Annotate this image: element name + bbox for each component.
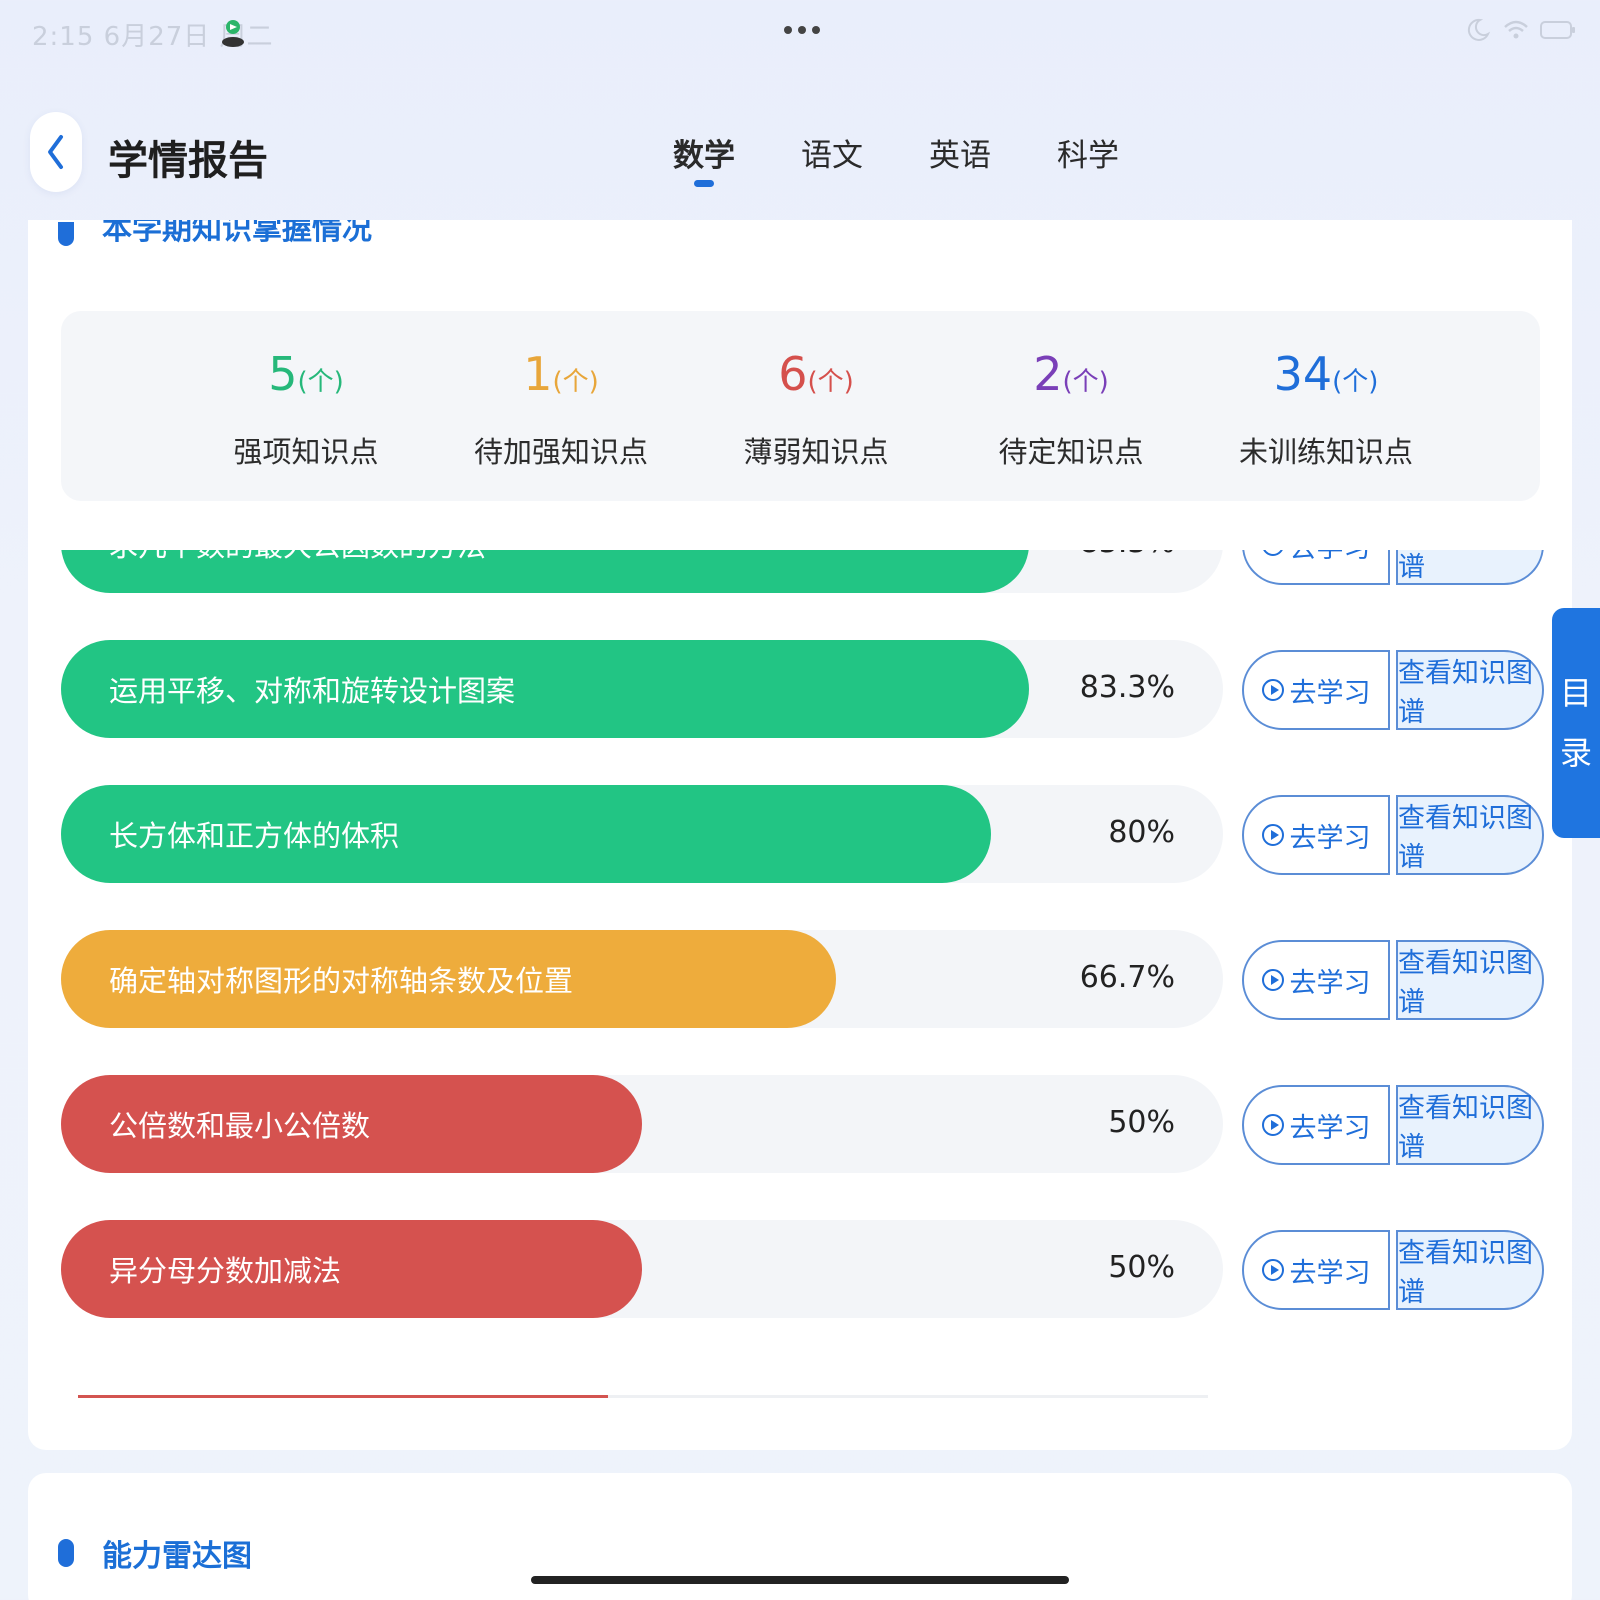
section-header: 本学期知识掌握情况 <box>58 220 372 248</box>
chevron-left-icon <box>48 135 63 169</box>
study-button[interactable]: 去学习 <box>1242 1085 1390 1165</box>
item-percent: 50% <box>1108 1105 1175 1140</box>
stat-label: 待加强知识点 <box>473 435 648 469</box>
catalog-tab[interactable]: 目 录 <box>1552 608 1600 838</box>
stat-number: 5(个) <box>268 347 344 401</box>
catalog-char: 录 <box>1559 734 1592 772</box>
item-percent: 80% <box>1108 815 1175 850</box>
app-logo-icon <box>222 20 244 47</box>
next-item-edge <box>78 1395 1208 1398</box>
play-circle-icon <box>1261 550 1284 556</box>
item-name: 确定轴对称图形的对称轴条数及位置 <box>109 964 574 998</box>
tab-science[interactable]: 科学 <box>1024 130 1152 190</box>
stat-label: 未训练知识点 <box>1238 435 1413 469</box>
progress-track: 运用平移、对称和旋转设计图案 83.3% <box>61 640 1223 738</box>
stat-label: 强项知识点 <box>233 435 379 469</box>
knowledge-map-button[interactable]: 查看知识图谱 <box>1396 795 1544 875</box>
progress-track: 长方体和正方体的体积 80% <box>61 785 1223 883</box>
tab-english[interactable]: 英语 <box>896 130 1024 190</box>
study-button[interactable]: 去学习 <box>1242 550 1390 585</box>
status-bar: 2:15 6月27日 周二 <box>0 0 1600 64</box>
section-title: 本学期知识掌握情况 <box>102 220 372 247</box>
list-item: 长方体和正方体的体积 80% 去学习 查看知识图谱 <box>61 785 1561 883</box>
item-name: 运用平移、对称和旋转设计图案 <box>109 674 516 708</box>
item-percent: 50% <box>1108 1250 1175 1285</box>
stat-number: 2(个) <box>1033 347 1109 401</box>
list-item: 求几个数的最大公因数的方法 83.3% 去学习 查看知识图谱 <box>61 550 1561 593</box>
catalog-char: 目 <box>1559 674 1592 712</box>
item-name: 公倍数和最小公倍数 <box>109 1109 371 1143</box>
play-circle-icon <box>1261 824 1284 846</box>
item-name: 长方体和正方体的体积 <box>109 819 400 853</box>
knowledge-list[interactable]: 求几个数的最大公因数的方法 83.3% 去学习 查看知识图谱 运用平移、对称和旋… <box>28 550 1572 1395</box>
section-marker <box>58 222 74 246</box>
stat-label: 薄弱知识点 <box>743 435 889 469</box>
summary-box: 5(个) 强项知识点 1(个) 待加强知识点 6(个) 薄弱知识点 2(个) 待… <box>61 311 1540 501</box>
study-button[interactable]: 去学习 <box>1242 650 1390 730</box>
progress-track: 求几个数的最大公因数的方法 83.3% <box>61 550 1223 593</box>
progress-track: 异分母分数加减法 50% <box>61 1220 1223 1318</box>
progress-track: 确定轴对称图形的对称轴条数及位置 66.7% <box>61 930 1223 1028</box>
section-marker <box>58 1539 74 1567</box>
item-name: 求几个数的最大公因数的方法 <box>109 550 486 565</box>
progress-track: 公倍数和最小公倍数 50% <box>61 1075 1223 1173</box>
knowledge-map-button[interactable]: 查看知识图谱 <box>1396 650 1544 730</box>
play-circle-icon <box>1261 1259 1284 1281</box>
section-header: 能力雷达图 <box>58 1531 252 1575</box>
tab-math[interactable]: 数学 <box>640 130 768 190</box>
knowledge-map-button[interactable]: 查看知识图谱 <box>1396 1230 1544 1310</box>
list-item: 公倍数和最小公倍数 50% 去学习 查看知识图谱 <box>61 1075 1561 1173</box>
knowledge-card: 本学期知识掌握情况 5(个) 强项知识点 1(个) 待加强知识点 6(个) 薄弱… <box>28 220 1572 1450</box>
section-title: 能力雷达图 <box>102 1539 252 1574</box>
list-item: 确定轴对称图形的对称轴条数及位置 66.7% 去学习 查看知识图谱 <box>61 930 1561 1028</box>
item-percent: 83.3% <box>1080 550 1175 560</box>
stat-number: 34(个) <box>1273 347 1379 401</box>
study-button[interactable]: 去学习 <box>1242 940 1390 1020</box>
knowledge-map-button[interactable]: 查看知识图谱 <box>1396 940 1544 1020</box>
knowledge-map-button[interactable]: 查看知识图谱 <box>1396 550 1544 585</box>
study-button[interactable]: 去学习 <box>1242 1230 1390 1310</box>
subject-tabs: 数学 语文 英语 科学 <box>640 130 1152 190</box>
back-button[interactable] <box>30 112 82 192</box>
page-title: 学情报告 <box>108 138 268 184</box>
study-button[interactable]: 去学习 <box>1242 795 1390 875</box>
list-item: 异分母分数加减法 50% 去学习 查看知识图谱 <box>61 1220 1561 1318</box>
stat-label: 待定知识点 <box>998 435 1144 469</box>
wifi-icon <box>1504 20 1528 39</box>
stat-number: 6(个) <box>778 347 854 401</box>
moon-icon <box>1467 18 1491 41</box>
item-name: 异分母分数加减法 <box>109 1254 342 1288</box>
list-item: 运用平移、对称和旋转设计图案 83.3% 去学习 查看知识图谱 <box>61 640 1561 738</box>
tab-chinese[interactable]: 语文 <box>768 130 896 190</box>
battery-icon <box>1540 21 1575 39</box>
item-percent: 66.7% <box>1079 960 1175 995</box>
home-indicator[interactable] <box>531 1576 1069 1584</box>
item-percent: 83.3% <box>1079 670 1175 705</box>
status-icons <box>1464 16 1576 44</box>
play-circle-icon <box>1261 1114 1284 1136</box>
play-circle-icon <box>1261 679 1284 701</box>
play-circle-icon <box>1261 969 1284 991</box>
multitask-dots-icon[interactable] <box>784 26 820 34</box>
stat-number: 1(个) <box>523 347 599 401</box>
knowledge-map-button[interactable]: 查看知识图谱 <box>1396 1085 1544 1165</box>
